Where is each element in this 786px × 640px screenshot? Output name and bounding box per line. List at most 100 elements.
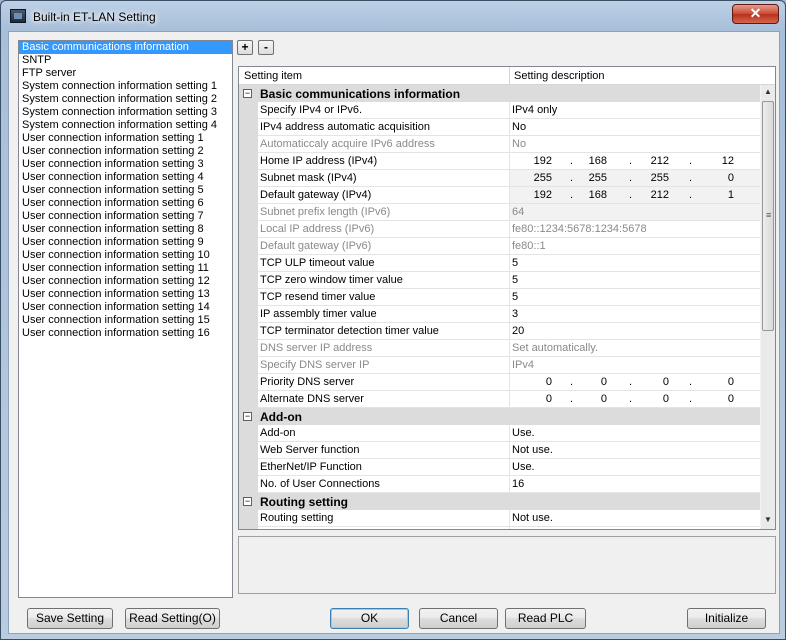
ip-octet[interactable]: 212 xyxy=(629,153,669,169)
setting-row[interactable]: IPv4 address automatic acquisition No xyxy=(239,119,760,136)
ip-octet[interactable]: 168 xyxy=(570,187,607,203)
setting-row[interactable]: Specify IPv4 or IPv6. IPv4 only xyxy=(239,102,760,119)
setting-value-cell[interactable]: 16 xyxy=(509,476,760,493)
tree-item[interactable]: System connection information setting 3 xyxy=(19,106,232,119)
read-setting-button[interactable]: Read Setting(O) xyxy=(125,608,220,629)
setting-row[interactable]: Routing setting Not use. xyxy=(239,510,760,527)
setting-row[interactable]: Specify DNS server IP IPv4 xyxy=(239,357,760,374)
setting-row[interactable]: No. of User Connections 16 xyxy=(239,476,760,493)
tree-item[interactable]: User connection information setting 6 xyxy=(19,197,232,210)
tree-item[interactable]: User connection information setting 12 xyxy=(19,275,232,288)
settings-category-tree[interactable]: Basic communications information SNTP FTP … xyxy=(18,40,233,598)
tree-item[interactable]: User connection information setting 5 xyxy=(19,184,232,197)
setting-value-cell[interactable] xyxy=(509,527,760,529)
setting-row[interactable]: Priority DNS server 0. 0. 0. 0 xyxy=(239,374,760,391)
tree-item[interactable]: Basic communications information xyxy=(19,41,232,54)
ip-octet[interactable]: 0 xyxy=(512,391,552,407)
tree-item[interactable]: User connection information setting 4 xyxy=(19,171,232,184)
setting-value-cell[interactable]: IPv4 only xyxy=(509,102,760,119)
ip-octet[interactable]: 0 xyxy=(689,170,734,186)
setting-value-cell[interactable]: No xyxy=(509,119,760,136)
ip-octet[interactable]: 12 xyxy=(689,153,734,169)
scroll-up-arrow-icon[interactable]: ▲ xyxy=(764,87,772,96)
setting-row[interactable]: TCP resend timer value 5 xyxy=(239,289,760,306)
ip-octet[interactable]: 255 xyxy=(629,170,669,186)
tree-item[interactable]: User connection information setting 7 xyxy=(19,210,232,223)
tree-item[interactable]: User connection information setting 8 xyxy=(19,223,232,236)
close-button[interactable]: ✕ xyxy=(732,4,779,24)
setting-value-cell[interactable]: 192. 168. 212. 12 xyxy=(509,153,760,170)
category-row[interactable]: − Routing setting xyxy=(239,493,760,510)
setting-value-cell[interactable]: 0.0.0.0 xyxy=(509,374,760,391)
ip-octet[interactable]: 0 xyxy=(629,391,669,407)
setting-value-cell[interactable]: Use. xyxy=(509,425,760,442)
ip-octet[interactable]: 255 xyxy=(570,170,607,186)
tree-item[interactable]: User connection information setting 16 xyxy=(19,327,232,340)
setting-value-cell[interactable]: 20 xyxy=(509,323,760,340)
tree-item[interactable]: User connection information setting 10 xyxy=(19,249,232,262)
ip-octet[interactable]: 1 xyxy=(689,187,734,203)
tree-item[interactable]: User connection information setting 14 xyxy=(19,301,232,314)
grid-vertical-scrollbar[interactable]: ▲ ≡ ▼ xyxy=(760,85,775,529)
ip-octet[interactable]: 212 xyxy=(629,187,669,203)
ip-octet[interactable]: 192 xyxy=(512,153,552,169)
ip-octet[interactable]: 0 xyxy=(629,374,669,390)
tree-item[interactable]: FTP server xyxy=(19,67,232,80)
setting-row[interactable]: Subnet mask (IPv4) 255. 255. 255. 0 xyxy=(239,170,760,187)
save-setting-button[interactable]: Save Setting xyxy=(27,608,113,629)
tree-item[interactable]: User connection information setting 1 xyxy=(19,132,232,145)
scroll-down-arrow-icon[interactable]: ▼ xyxy=(764,515,772,524)
ip-octet[interactable]: 0 xyxy=(689,374,734,390)
setting-row[interactable]: TCP terminator detection timer value 20 xyxy=(239,323,760,340)
setting-value-cell[interactable]: Not use. xyxy=(509,510,760,527)
setting-row[interactable]: EtherNet/IP Function Use. xyxy=(239,459,760,476)
setting-value-cell[interactable]: 5 xyxy=(509,272,760,289)
ok-button[interactable]: OK xyxy=(330,608,409,629)
setting-value-cell[interactable]: Use. xyxy=(509,459,760,476)
title-bar[interactable]: Built-in ET-LAN Setting ✕ xyxy=(1,1,785,31)
ip-octet[interactable]: 0 xyxy=(570,391,607,407)
setting-row[interactable]: Route 1 Destination network 1 xyxy=(239,527,760,529)
tree-item[interactable]: User connection information setting 9 xyxy=(19,236,232,249)
setting-value-cell[interactable]: 192. 168. 212. 1 xyxy=(509,187,760,204)
tree-item[interactable]: User connection information setting 11 xyxy=(19,262,232,275)
tree-item[interactable]: User connection information setting 13 xyxy=(19,288,232,301)
tree-item[interactable]: SNTP xyxy=(19,54,232,67)
setting-row[interactable]: Subnet prefix length (IPv6) 64 xyxy=(239,204,760,221)
ip-octet[interactable]: 0 xyxy=(689,391,734,407)
category-row[interactable]: − Add-on xyxy=(239,408,760,425)
setting-row[interactable]: Local IP address (IPv6) fe80::1234:5678:1… xyxy=(239,221,760,238)
setting-row[interactable]: TCP zero window timer value 5 xyxy=(239,272,760,289)
setting-row[interactable]: Default gateway (IPv6) fe80::1 xyxy=(239,238,760,255)
tree-item[interactable]: System connection information setting 1 xyxy=(19,80,232,93)
ip-octet[interactable]: 192 xyxy=(512,187,552,203)
column-divider[interactable] xyxy=(509,67,510,85)
setting-row[interactable]: Home IP address (IPv4) 192. 168. 212. 12 xyxy=(239,153,760,170)
collapse-all-button[interactable]: - xyxy=(258,40,274,55)
initialize-button[interactable]: Initialize xyxy=(687,608,766,629)
ip-octet[interactable]: 0 xyxy=(512,374,552,390)
setting-row[interactable]: Default gateway (IPv4) 192. 168. 212. 1 xyxy=(239,187,760,204)
setting-value-cell[interactable]: 0.0.0.0 xyxy=(509,391,760,408)
ip-octet[interactable]: 0 xyxy=(570,374,607,390)
collapse-toggle-icon[interactable]: − xyxy=(243,89,252,98)
category-row[interactable]: − Basic communications information xyxy=(239,85,760,102)
setting-value-cell[interactable]: 3 xyxy=(509,306,760,323)
setting-value-cell[interactable]: 255. 255. 255. 0 xyxy=(509,170,760,187)
expand-all-button[interactable]: + xyxy=(237,40,253,55)
ip-octet[interactable]: 168 xyxy=(570,153,607,169)
tree-item[interactable]: System connection information setting 4 xyxy=(19,119,232,132)
tree-item[interactable]: User connection information setting 15 xyxy=(19,314,232,327)
setting-value-cell[interactable]: 5 xyxy=(509,255,760,272)
setting-row[interactable]: TCP ULP timeout value 5 xyxy=(239,255,760,272)
cancel-button[interactable]: Cancel xyxy=(419,608,498,629)
ip-octet[interactable]: 255 xyxy=(512,170,552,186)
scrollbar-thumb[interactable]: ≡ xyxy=(762,101,774,331)
tree-item[interactable]: System connection information setting 2 xyxy=(19,93,232,106)
setting-row[interactable]: Automaticcaly acquire IPv6 address No xyxy=(239,136,760,153)
collapse-toggle-icon[interactable]: − xyxy=(243,497,252,506)
setting-row[interactable]: Web Server function Not use. xyxy=(239,442,760,459)
setting-row[interactable]: Alternate DNS server 0. 0. 0. 0 xyxy=(239,391,760,408)
setting-row[interactable]: IP assembly timer value 3 xyxy=(239,306,760,323)
read-plc-button[interactable]: Read PLC xyxy=(505,608,586,629)
